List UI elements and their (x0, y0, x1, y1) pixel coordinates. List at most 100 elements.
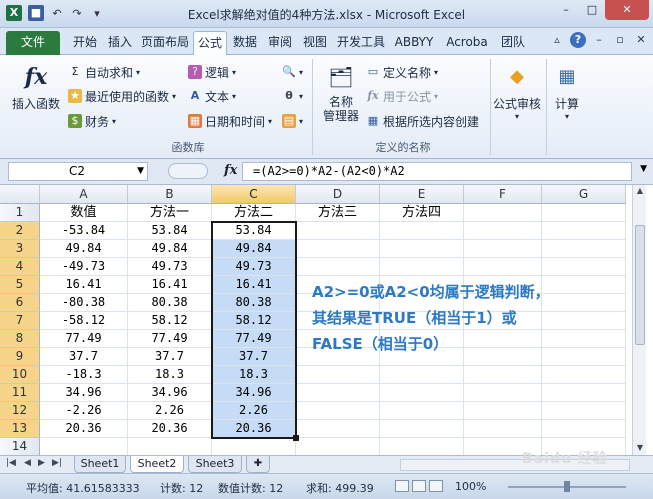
cell[interactable]: -53.84 (40, 222, 128, 240)
column-header-f[interactable]: F (464, 185, 542, 204)
ribbon-collapse-icon[interactable]: ▵ (549, 32, 565, 48)
doc-minimize-button[interactable]: – (591, 32, 607, 48)
cell[interactable]: 34.96 (40, 384, 128, 402)
cell[interactable] (296, 402, 380, 420)
cell[interactable]: 34.96 (128, 384, 212, 402)
cell[interactable]: 16.41 (212, 276, 296, 294)
cell[interactable]: 58.12 (212, 312, 296, 330)
row-header[interactable]: 10 (0, 366, 40, 384)
row-header[interactable]: 3 (0, 240, 40, 258)
sheet-tab-1[interactable]: Sheet1 (74, 456, 126, 473)
column-header-d[interactable]: D (296, 185, 380, 204)
tab-acrobat[interactable]: Acroba (442, 31, 492, 55)
cell[interactable]: 18.3 (128, 366, 212, 384)
cell[interactable] (464, 222, 542, 240)
cell[interactable]: 20.36 (40, 420, 128, 438)
cell[interactable] (380, 258, 464, 276)
lookup-button[interactable]: 🔍 ▾ (282, 63, 303, 81)
next-sheet-icon[interactable]: ▶ (38, 458, 45, 468)
cell[interactable]: 77.49 (212, 330, 296, 348)
insert-function-button[interactable]: fx 插入函数 (8, 61, 64, 112)
insert-sheet-icon[interactable]: ✚ (246, 456, 270, 473)
cell[interactable] (128, 438, 212, 455)
cell[interactable] (296, 240, 380, 258)
use-in-formula-button[interactable]: fx 用于公式 ▾ (366, 87, 438, 105)
minimize-button[interactable]: – (553, 0, 579, 20)
formula-input[interactable]: =(A2>=0)*A2-(A2<0)*A2 (242, 162, 632, 181)
calculation-button[interactable]: ▦ 计算 ▾ (550, 61, 584, 121)
cell[interactable]: -80.38 (40, 294, 128, 312)
cell[interactable] (464, 384, 542, 402)
cell[interactable]: -2.26 (40, 402, 128, 420)
zoom-slider[interactable] (508, 481, 626, 492)
cell[interactable] (380, 420, 464, 438)
tab-data[interactable]: 数据 (229, 31, 261, 55)
expand-formula-bar-icon[interactable]: ▼ (640, 164, 647, 174)
cell[interactable] (380, 222, 464, 240)
help-icon[interactable]: ? (570, 32, 586, 48)
tab-review[interactable]: 审阅 (264, 31, 296, 55)
zoom-slider-thumb[interactable] (564, 481, 570, 492)
cell[interactable] (542, 384, 626, 402)
page-break-view-icon[interactable] (429, 480, 443, 492)
cell[interactable]: 49.84 (212, 240, 296, 258)
cell[interactable] (380, 240, 464, 258)
cell[interactable]: -49.73 (40, 258, 128, 276)
cell[interactable]: 37.7 (212, 348, 296, 366)
row-header[interactable]: 2 (0, 222, 40, 240)
recent-functions-button[interactable]: ★ 最近使用的函数 ▾ (68, 87, 176, 105)
cell[interactable]: -58.12 (40, 312, 128, 330)
cell[interactable]: 53.84 (212, 222, 296, 240)
chevron-down-icon[interactable]: ▼ (137, 163, 144, 180)
name-manager-button[interactable]: 🗂 名称 管理器 (318, 61, 364, 123)
cell[interactable]: 37.7 (128, 348, 212, 366)
cell[interactable] (380, 438, 464, 455)
normal-view-icon[interactable] (395, 480, 409, 492)
scroll-down-icon[interactable]: ▼ (633, 443, 647, 452)
doc-restore-button[interactable]: ▫ (612, 32, 628, 48)
cell[interactable]: 16.41 (128, 276, 212, 294)
cell[interactable]: 37.7 (40, 348, 128, 366)
datetime-button[interactable]: ▦ 日期和时间 ▾ (188, 112, 272, 130)
cell[interactable] (296, 438, 380, 455)
cell[interactable] (380, 384, 464, 402)
row-header[interactable]: 13 (0, 420, 40, 438)
name-box[interactable]: C2 ▼ (8, 162, 148, 181)
logical-button[interactable]: ? 逻辑 ▾ (188, 63, 236, 81)
sheet-tab-3[interactable]: Sheet3 (188, 456, 242, 473)
row-header[interactable]: 12 (0, 402, 40, 420)
create-from-selection-button[interactable]: ▦ 根据所选内容创建 (366, 112, 479, 130)
row-header[interactable]: 4 (0, 258, 40, 276)
tab-view[interactable]: 视图 (299, 31, 331, 55)
cell[interactable] (296, 420, 380, 438)
cell[interactable] (464, 258, 542, 276)
scroll-thumb[interactable] (635, 225, 645, 345)
cell[interactable] (296, 384, 380, 402)
sheet-tab-2[interactable]: Sheet2 (130, 456, 184, 473)
cell[interactable] (542, 402, 626, 420)
row-header[interactable]: 11 (0, 384, 40, 402)
header-cell[interactable]: 数值 (40, 204, 128, 222)
zoom-level[interactable]: 100% (455, 480, 486, 493)
column-header-e[interactable]: E (380, 185, 464, 204)
cell[interactable] (380, 402, 464, 420)
cell[interactable] (464, 204, 542, 222)
cell[interactable] (464, 240, 542, 258)
define-name-button[interactable]: ▭ 定义名称 ▾ (366, 63, 438, 81)
cell[interactable]: 49.84 (128, 240, 212, 258)
cell[interactable]: 49.84 (40, 240, 128, 258)
row-header[interactable]: 5 (0, 276, 40, 294)
fill-handle[interactable] (293, 435, 299, 441)
row-header[interactable]: 7 (0, 312, 40, 330)
scroll-up-icon[interactable]: ▲ (633, 186, 647, 195)
financial-button[interactable]: $ 财务 ▾ (68, 112, 116, 130)
more-functions-button[interactable]: ▤ ▾ (282, 112, 303, 130)
cell[interactable]: 53.84 (128, 222, 212, 240)
cell[interactable]: 34.96 (212, 384, 296, 402)
cell[interactable]: 2.26 (212, 402, 296, 420)
header-cell[interactable]: 方法三 (296, 204, 380, 222)
tab-formulas[interactable]: 公式 (193, 31, 227, 55)
row-header[interactable]: 8 (0, 330, 40, 348)
tab-file[interactable]: 文件 (6, 31, 60, 55)
header-cell[interactable]: 方法一 (128, 204, 212, 222)
